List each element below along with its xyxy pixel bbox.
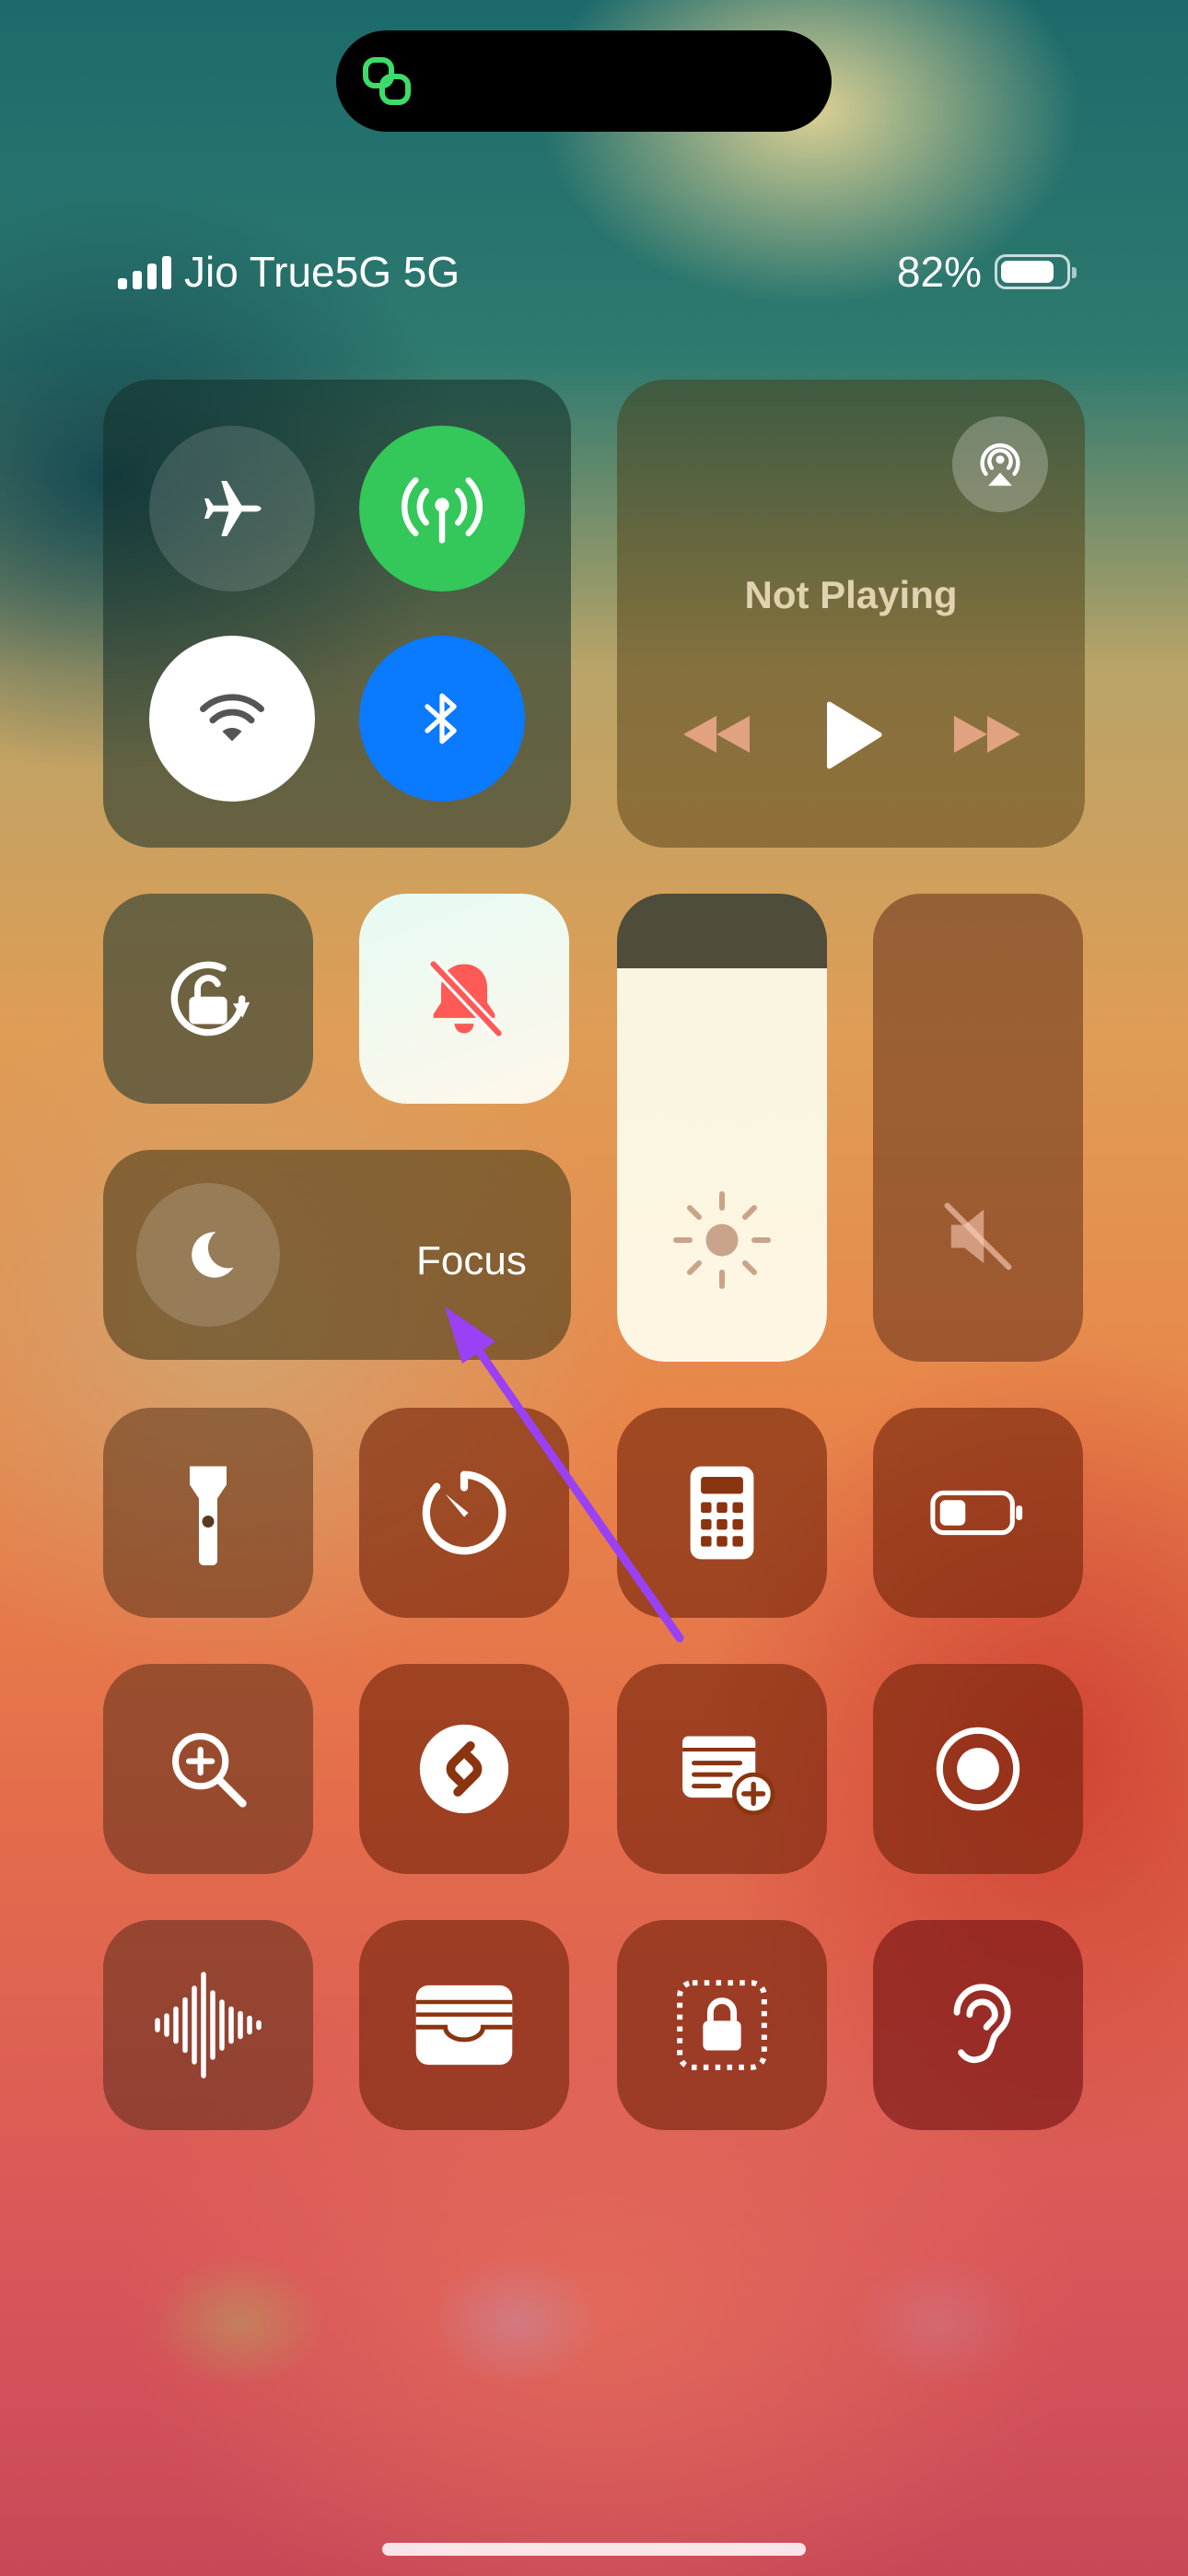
shazam-icon [419, 1724, 509, 1814]
airplane-icon [204, 481, 262, 536]
hearing-icon [953, 1984, 1011, 2064]
wallet-icon [415, 1985, 513, 2066]
sound-recognition-icon [155, 1972, 262, 2078]
link-icon [363, 57, 411, 105]
hearing-button[interactable] [873, 1920, 1083, 2130]
carrier-status: Jio True5G 5G [118, 247, 460, 297]
magnifier-button[interactable] [103, 1664, 313, 1874]
guided-access-icon [677, 1980, 767, 2070]
carrier-name: Jio True5G 5G [184, 248, 460, 296]
connectivity-module[interactable] [103, 380, 571, 848]
rotation-lock-icon [170, 961, 250, 1036]
magnifier-icon [172, 1733, 247, 1808]
timer-button[interactable] [359, 1408, 569, 1618]
now-playing-module[interactable]: Not Playing [617, 380, 1085, 848]
cellular-data-toggle[interactable] [359, 426, 525, 591]
fast-forward-icon[interactable] [950, 711, 1024, 757]
flashlight-button[interactable] [103, 1408, 313, 1618]
focus-label: Focus [416, 1238, 527, 1283]
home-indicator[interactable] [382, 2543, 806, 2556]
now-playing-title: Not Playing [744, 573, 958, 616]
rewind-icon[interactable] [680, 711, 753, 757]
brightness-level-fill [617, 968, 827, 1362]
play-icon[interactable] [820, 700, 884, 770]
airplay-button[interactable] [952, 416, 1048, 512]
battery-icon [995, 254, 1077, 289]
shazam-button[interactable] [359, 1664, 569, 1874]
bluetooth-toggle[interactable] [359, 636, 525, 802]
timer-icon [422, 1470, 507, 1555]
wifi-icon [200, 694, 264, 742]
wallet-button[interactable] [359, 1920, 569, 2130]
moon-icon [192, 1232, 234, 1278]
screen-recording-button[interactable] [873, 1664, 1083, 1874]
battery-status: 82% [896, 247, 1077, 297]
low-power-mode-icon [930, 1490, 1023, 1536]
antenna-icon [401, 477, 483, 544]
volume-slider[interactable] [873, 894, 1083, 1362]
airplay-icon [980, 443, 1020, 486]
wifi-toggle[interactable] [149, 636, 315, 802]
signal-strength-icon [118, 254, 171, 289]
sun-icon [673, 1191, 771, 1289]
quick-note-icon [682, 1736, 775, 1816]
low-power-mode-button[interactable] [873, 1408, 1083, 1618]
airplane-mode-toggle[interactable] [149, 426, 315, 591]
calculator-button[interactable] [617, 1408, 827, 1618]
focus-icon-circle [136, 1183, 280, 1327]
speaker-muted-icon [944, 1202, 1012, 1270]
screen-recording-icon [936, 1727, 1020, 1811]
bell-slash-icon [429, 960, 504, 1037]
bluetooth-icon [425, 693, 457, 744]
silent-mode-toggle[interactable] [359, 894, 569, 1104]
control-center: Jio True5G 5G 82% Not Playing Focus [0, 0, 1188, 2576]
battery-percent: 82% [896, 248, 982, 296]
sound-recognition-button[interactable] [103, 1920, 313, 2130]
dock-blur [129, 2230, 1050, 2414]
brightness-slider[interactable] [617, 894, 827, 1362]
quick-note-button[interactable] [617, 1664, 827, 1874]
battery-level-fill [1001, 261, 1054, 283]
orientation-lock-toggle[interactable] [103, 894, 313, 1104]
flashlight-icon [190, 1466, 227, 1565]
calculator-icon [690, 1466, 754, 1560]
dynamic-island[interactable] [336, 30, 832, 132]
guided-access-button[interactable] [617, 1920, 827, 2130]
focus-button[interactable]: Focus [103, 1150, 571, 1360]
